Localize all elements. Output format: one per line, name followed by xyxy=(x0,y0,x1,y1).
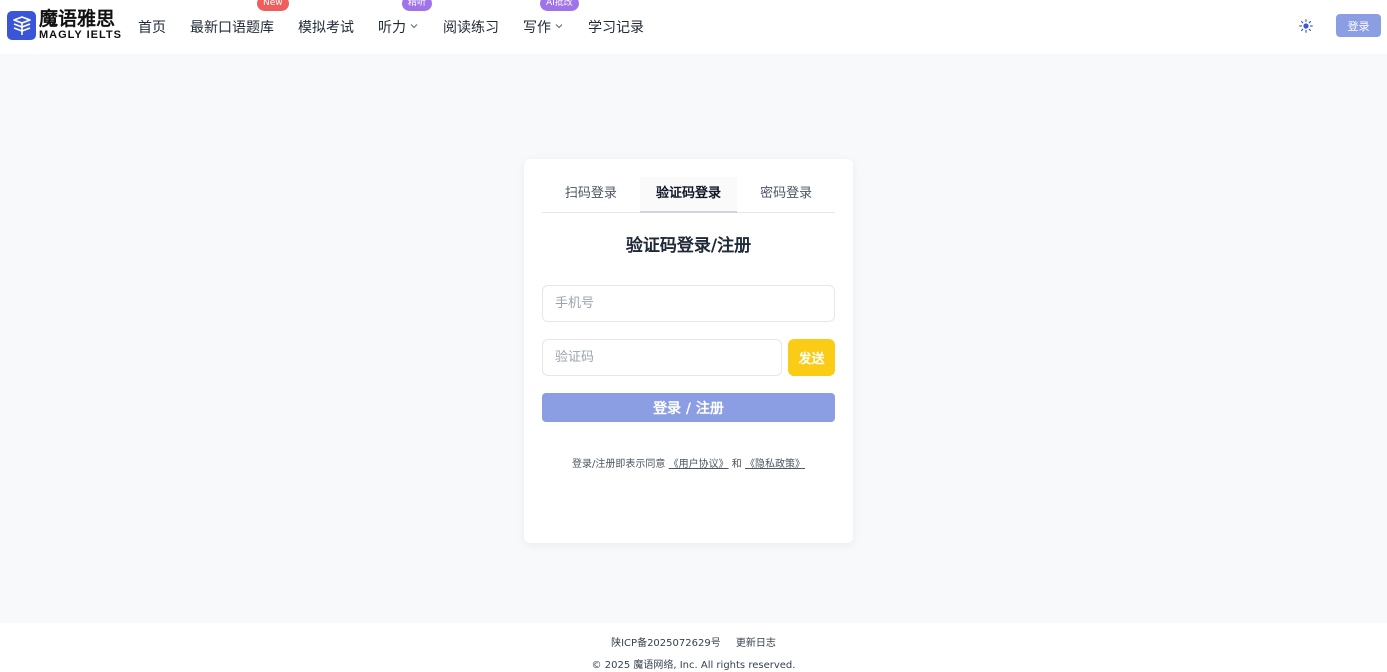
tab-code-login[interactable]: 验证码登录 xyxy=(639,177,738,213)
header-login-button[interactable]: 登录 xyxy=(1336,14,1381,37)
nav-speaking-bank[interactable]: 最新口语题库 New xyxy=(190,0,289,37)
agreement-text: 登录/注册即表示同意 《用户协议》 和 《隐私政策》 xyxy=(524,455,853,470)
logo[interactable]: 魔语雅思 MAGLY IELTS xyxy=(7,10,123,41)
copyright: © 2025 魔语网络, Inc. All rights reserved. xyxy=(591,660,796,671)
nav-mock-exam[interactable]: 模拟考试 xyxy=(298,17,354,37)
footer: 陕ICP备2025072629号 更新日志 © 2025 魔语网络, Inc. … xyxy=(0,623,1387,672)
chevron-down-icon xyxy=(554,19,564,35)
tab-password-login[interactable]: 密码登录 xyxy=(737,177,835,212)
main-nav: 首页 最新口语题库 New 模拟考试 听力 精听 阅读练习 写作 AI批改 学习 xyxy=(138,0,668,54)
login-register-button[interactable]: 登录 / 注册 xyxy=(542,393,835,422)
ai-correction-badge: AI批改 xyxy=(540,0,579,11)
nav-label: 学习记录 xyxy=(588,20,644,36)
code-input[interactable] xyxy=(542,339,782,376)
chevron-down-icon xyxy=(409,19,419,35)
nav-writing[interactable]: 写作 AI批改 xyxy=(523,0,579,37)
new-badge: New xyxy=(257,0,289,11)
top-navbar: 魔语雅思 MAGLY IELTS 首页 最新口语题库 New 模拟考试 听力 精… xyxy=(0,0,1387,54)
nav-label: 听力 xyxy=(378,20,406,36)
nav-label: 首页 xyxy=(138,20,166,36)
logo-title: 魔语雅思 xyxy=(39,8,116,30)
send-code-button[interactable]: 发送 xyxy=(788,339,835,376)
user-agreement-link[interactable]: 《用户协议》 xyxy=(669,459,729,470)
login-card: 扫码登录 验证码登录 密码登录 验证码登录/注册 发送 登录 / 注册 登录/注… xyxy=(524,159,853,543)
nav-home[interactable]: 首页 xyxy=(138,17,166,37)
nav-label: 阅读练习 xyxy=(443,20,499,36)
sun-icon[interactable] xyxy=(1296,16,1316,36)
agreement-and: 和 xyxy=(731,459,742,470)
login-tabs: 扫码登录 验证码登录 密码登录 xyxy=(542,177,835,213)
privacy-policy-link[interactable]: 《隐私政策》 xyxy=(745,459,805,470)
nav-listening[interactable]: 听力 精听 xyxy=(378,0,433,37)
phone-input[interactable] xyxy=(542,285,835,322)
nav-label: 写作 xyxy=(523,20,551,36)
book-stack-icon xyxy=(7,11,36,40)
changelog-link[interactable]: 更新日志 xyxy=(736,638,776,649)
icp-link[interactable]: 陕ICP备2025072629号 xyxy=(611,638,721,649)
nav-study-record[interactable]: 学习记录 xyxy=(588,17,644,37)
nav-label: 模拟考试 xyxy=(298,20,354,36)
agreement-prefix: 登录/注册即表示同意 xyxy=(572,459,666,470)
login-title: 验证码登录/注册 xyxy=(625,236,752,256)
tab-qr-login[interactable]: 扫码登录 xyxy=(542,177,640,212)
intensive-badge: 精听 xyxy=(402,0,433,11)
nav-label: 最新口语题库 xyxy=(190,20,274,36)
logo-subtitle: MAGLY IELTS xyxy=(39,30,122,41)
nav-reading[interactable]: 阅读练习 xyxy=(443,17,499,37)
